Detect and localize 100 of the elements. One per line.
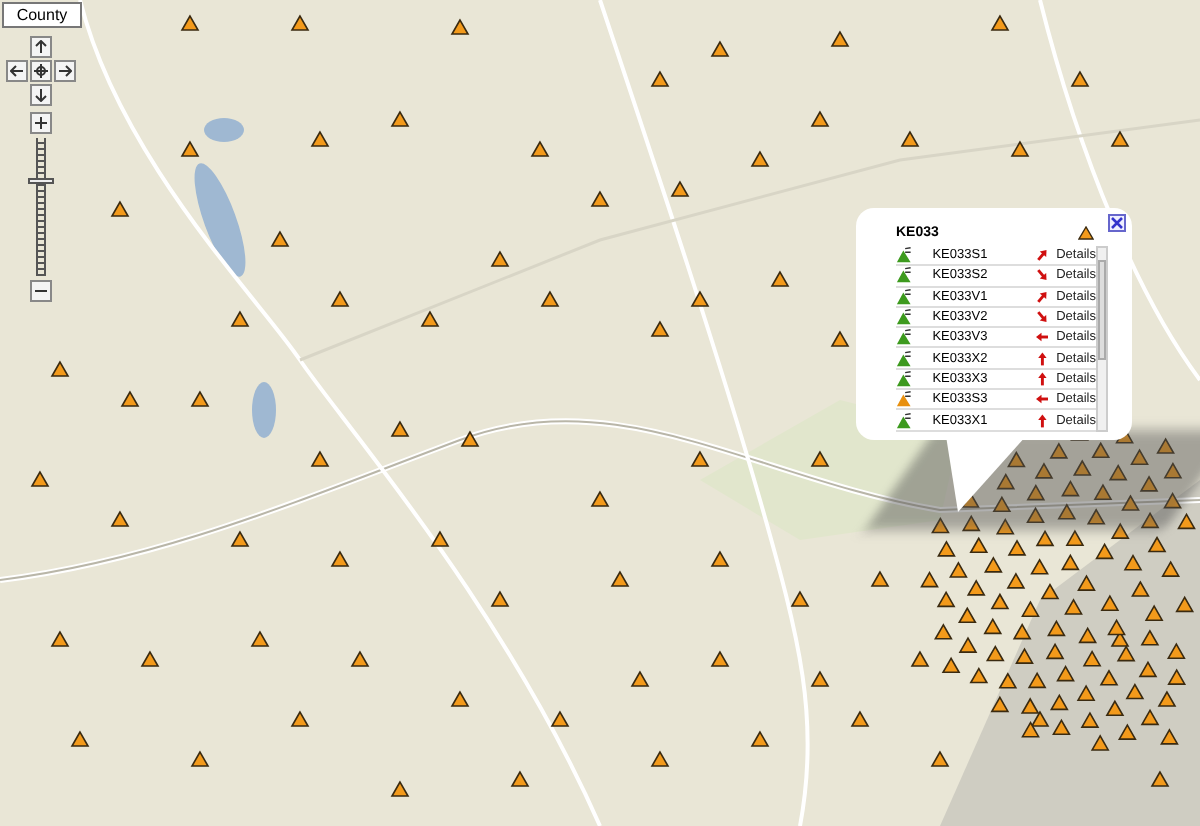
triangle-marker-icon[interactable] bbox=[1167, 668, 1187, 685]
triangle-marker-icon[interactable] bbox=[610, 570, 630, 587]
triangle-marker-icon[interactable] bbox=[995, 518, 1015, 535]
triangle-marker-icon[interactable] bbox=[810, 670, 830, 687]
triangle-marker-icon[interactable] bbox=[650, 750, 670, 767]
triangle-marker-icon[interactable] bbox=[330, 290, 350, 307]
triangle-marker-icon[interactable] bbox=[1049, 693, 1069, 711]
triangle-marker-icon[interactable] bbox=[650, 70, 670, 87]
triangle-marker-icon[interactable] bbox=[996, 473, 1016, 490]
triangle-marker-icon[interactable] bbox=[1035, 529, 1055, 547]
triangle-marker-icon[interactable] bbox=[1138, 660, 1158, 678]
triangle-marker-icon[interactable] bbox=[750, 730, 770, 747]
triangle-marker-icon[interactable] bbox=[710, 550, 730, 567]
triangle-marker-icon[interactable] bbox=[1070, 70, 1090, 87]
triangle-marker-icon[interactable] bbox=[190, 390, 210, 407]
triangle-marker-icon[interactable] bbox=[590, 190, 610, 207]
triangle-marker-icon[interactable] bbox=[110, 510, 130, 527]
triangle-marker-icon[interactable] bbox=[1052, 718, 1071, 736]
pan-down-button[interactable] bbox=[30, 84, 52, 106]
triangle-marker-icon[interactable] bbox=[1110, 522, 1130, 539]
triangle-marker-icon[interactable] bbox=[1026, 506, 1045, 524]
triangle-marker-icon[interactable] bbox=[430, 530, 450, 547]
triangle-marker-icon[interactable] bbox=[910, 650, 930, 667]
pan-left-button[interactable] bbox=[6, 60, 28, 82]
triangle-marker-icon[interactable] bbox=[1130, 448, 1149, 465]
triangle-marker-icon[interactable] bbox=[390, 780, 410, 797]
triangle-marker-icon[interactable] bbox=[110, 200, 130, 217]
triangle-marker-icon[interactable] bbox=[1147, 535, 1167, 553]
triangle-marker-icon[interactable] bbox=[30, 470, 50, 487]
triangle-marker-icon[interactable] bbox=[998, 672, 1018, 689]
triangle-marker-icon[interactable] bbox=[1090, 734, 1110, 751]
triangle-marker-icon[interactable] bbox=[1116, 645, 1136, 662]
triangle-marker-icon[interactable] bbox=[1140, 708, 1160, 726]
triangle-marker-icon[interactable] bbox=[460, 430, 480, 447]
triangle-marker-icon[interactable] bbox=[949, 561, 968, 578]
triangle-marker-icon[interactable] bbox=[1078, 626, 1098, 644]
triangle-marker-icon[interactable] bbox=[630, 670, 650, 687]
triangle-marker-icon[interactable] bbox=[1177, 512, 1196, 530]
triangle-marker-icon[interactable] bbox=[1007, 450, 1026, 468]
triangle-marker-icon[interactable] bbox=[1123, 554, 1143, 571]
triangle-marker-icon[interactable] bbox=[1140, 511, 1160, 529]
triangle-marker-icon[interactable] bbox=[1047, 619, 1066, 637]
triangle-marker-icon[interactable] bbox=[180, 14, 200, 31]
triangle-marker-icon[interactable] bbox=[530, 140, 550, 157]
triangle-marker-icon[interactable] bbox=[1156, 437, 1175, 454]
triangle-marker-icon[interactable] bbox=[1061, 480, 1080, 497]
triangle-marker-icon[interactable] bbox=[958, 636, 978, 653]
triangle-marker-icon[interactable] bbox=[1077, 574, 1096, 591]
triangle-marker-icon[interactable] bbox=[937, 540, 956, 557]
triangle-marker-icon[interactable] bbox=[670, 180, 690, 197]
triangle-marker-icon[interactable] bbox=[450, 18, 470, 35]
triangle-marker-icon[interactable] bbox=[1100, 594, 1120, 611]
triangle-marker-icon[interactable] bbox=[934, 623, 953, 640]
triangle-marker-icon[interactable] bbox=[1076, 684, 1096, 701]
triangle-marker-icon[interactable] bbox=[1040, 582, 1060, 600]
triangle-marker-icon[interactable] bbox=[250, 630, 270, 647]
triangle-marker-icon[interactable] bbox=[941, 656, 961, 674]
triangle-marker-icon[interactable] bbox=[1015, 647, 1034, 664]
triangle-marker-icon[interactable] bbox=[1027, 671, 1047, 689]
triangle-marker-icon[interactable] bbox=[1095, 542, 1114, 560]
triangle-marker-icon[interactable] bbox=[1121, 494, 1140, 511]
triangle-marker-icon[interactable] bbox=[690, 450, 710, 467]
triangle-marker-icon[interactable] bbox=[870, 570, 890, 587]
triangle-marker-icon[interactable] bbox=[270, 230, 290, 247]
triangle-marker-icon[interactable] bbox=[1150, 770, 1170, 787]
triangle-marker-icon[interactable] bbox=[50, 360, 70, 377]
zoom-in-button[interactable] bbox=[30, 112, 52, 134]
triangle-marker-icon[interactable] bbox=[1117, 723, 1137, 740]
triangle-marker-icon[interactable] bbox=[390, 110, 410, 127]
triangle-marker-icon[interactable] bbox=[936, 590, 956, 608]
triangle-marker-icon[interactable] bbox=[140, 650, 160, 667]
triangle-marker-icon[interactable] bbox=[957, 606, 977, 624]
triangle-marker-icon[interactable] bbox=[1034, 462, 1054, 479]
triangle-marker-icon[interactable] bbox=[1105, 699, 1125, 717]
triangle-marker-icon[interactable] bbox=[810, 110, 830, 127]
triangle-marker-icon[interactable] bbox=[690, 290, 710, 307]
triangle-marker-icon[interactable] bbox=[190, 750, 210, 767]
triangle-marker-icon[interactable] bbox=[1163, 462, 1183, 479]
triangle-marker-icon[interactable] bbox=[710, 650, 730, 667]
triangle-marker-icon[interactable] bbox=[920, 571, 939, 588]
triangle-marker-icon[interactable] bbox=[490, 250, 510, 267]
triangle-marker-icon[interactable] bbox=[230, 530, 250, 547]
triangle-marker-icon[interactable] bbox=[180, 140, 200, 157]
triangle-marker-icon[interactable] bbox=[1175, 595, 1195, 613]
triangle-marker-icon[interactable] bbox=[1057, 503, 1077, 520]
triangle-marker-icon[interactable] bbox=[1006, 572, 1026, 589]
triangle-marker-icon[interactable] bbox=[230, 310, 250, 327]
triangle-marker-icon[interactable] bbox=[930, 750, 950, 767]
triangle-marker-icon[interactable] bbox=[650, 320, 670, 337]
triangle-marker-icon[interactable] bbox=[1045, 642, 1065, 660]
triangle-marker-icon[interactable] bbox=[1131, 580, 1150, 597]
triangle-marker-icon[interactable] bbox=[1099, 669, 1119, 686]
close-button[interactable] bbox=[1108, 214, 1126, 232]
triangle-marker-icon[interactable] bbox=[390, 420, 410, 437]
triangle-marker-icon[interactable] bbox=[900, 130, 920, 147]
triangle-marker-icon[interactable] bbox=[310, 450, 330, 467]
triangle-marker-icon[interactable] bbox=[450, 690, 470, 707]
triangle-marker-icon[interactable] bbox=[830, 30, 850, 47]
triangle-marker-icon[interactable] bbox=[1082, 650, 1102, 667]
triangle-marker-icon[interactable] bbox=[330, 550, 350, 567]
